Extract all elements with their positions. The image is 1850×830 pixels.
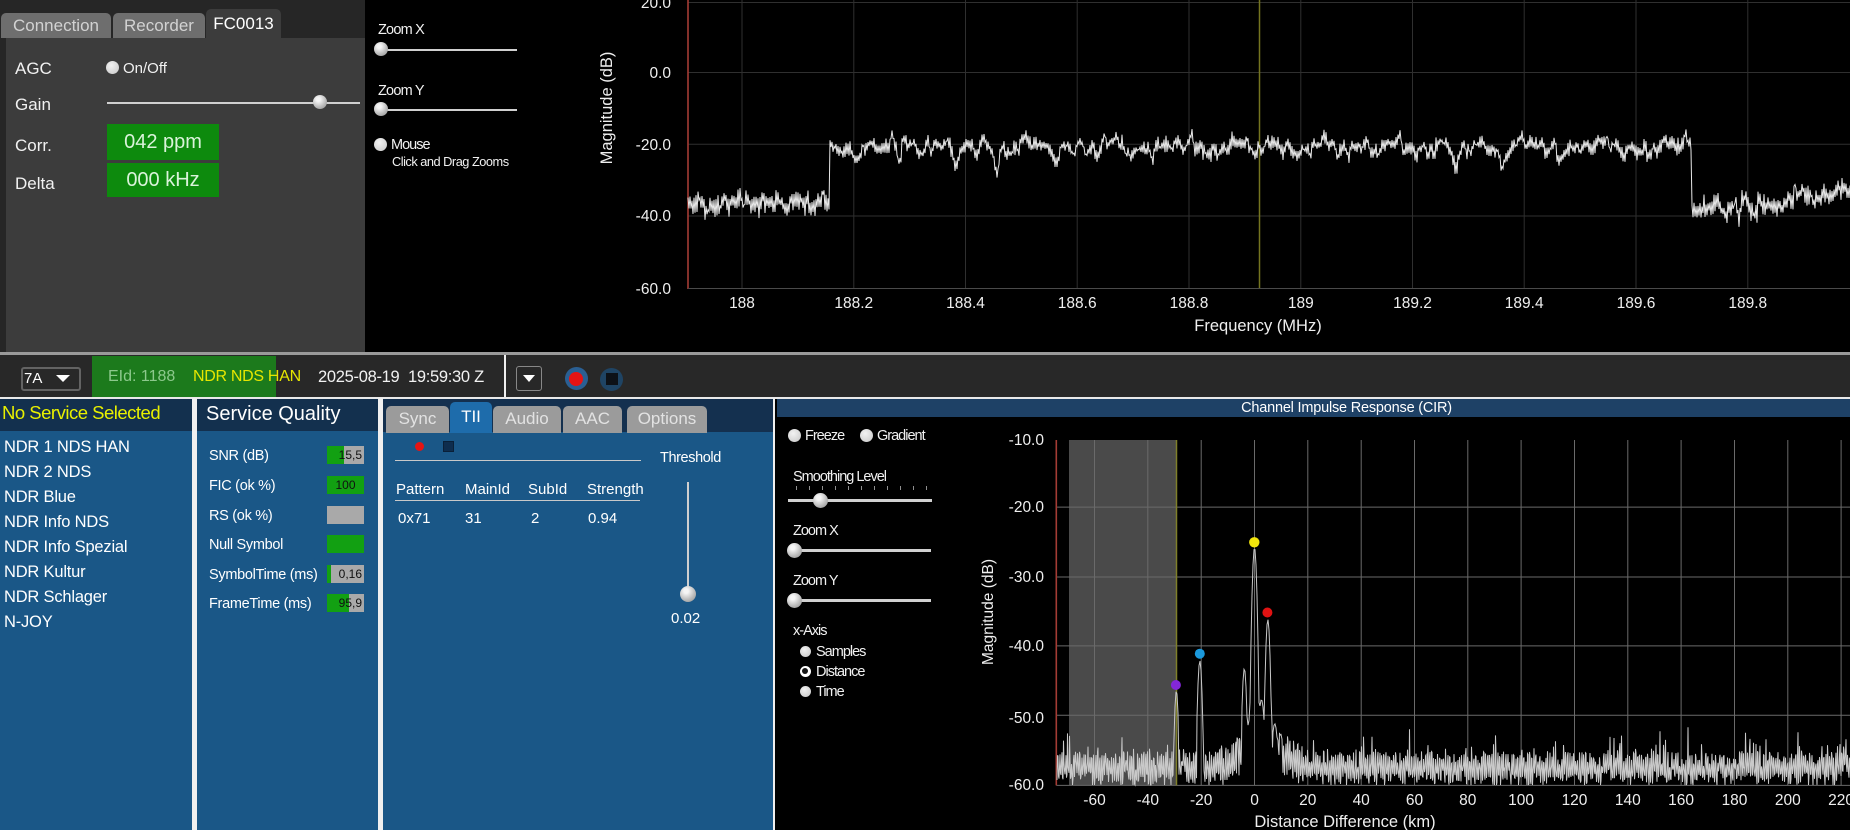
svg-text:Magnitude (dB): Magnitude (dB) <box>980 559 997 665</box>
svg-text:Distance Difference (km): Distance Difference (km) <box>1254 813 1435 830</box>
svg-text:180: 180 <box>1722 792 1748 809</box>
svg-text:-40: -40 <box>1137 792 1160 809</box>
svg-text:140: 140 <box>1615 792 1641 809</box>
svg-text:100: 100 <box>1508 792 1534 809</box>
svg-text:220: 220 <box>1828 792 1850 809</box>
svg-text:-60: -60 <box>1083 792 1106 809</box>
svg-text:-20: -20 <box>1190 792 1213 809</box>
svg-text:60: 60 <box>1406 792 1424 809</box>
svg-text:0: 0 <box>1250 792 1259 809</box>
svg-text:-60.0: -60.0 <box>1009 777 1045 794</box>
svg-text:-50.0: -50.0 <box>1009 710 1045 727</box>
svg-text:40: 40 <box>1353 792 1371 809</box>
svg-text:-10.0: -10.0 <box>1009 432 1045 449</box>
svg-text:80: 80 <box>1459 792 1477 809</box>
svg-text:120: 120 <box>1562 792 1588 809</box>
svg-text:200: 200 <box>1775 792 1801 809</box>
svg-text:160: 160 <box>1668 792 1694 809</box>
svg-text:-30.0: -30.0 <box>1009 569 1045 586</box>
svg-text:20: 20 <box>1299 792 1317 809</box>
svg-text:-40.0: -40.0 <box>1009 638 1045 655</box>
svg-text:-20.0: -20.0 <box>1009 499 1045 516</box>
